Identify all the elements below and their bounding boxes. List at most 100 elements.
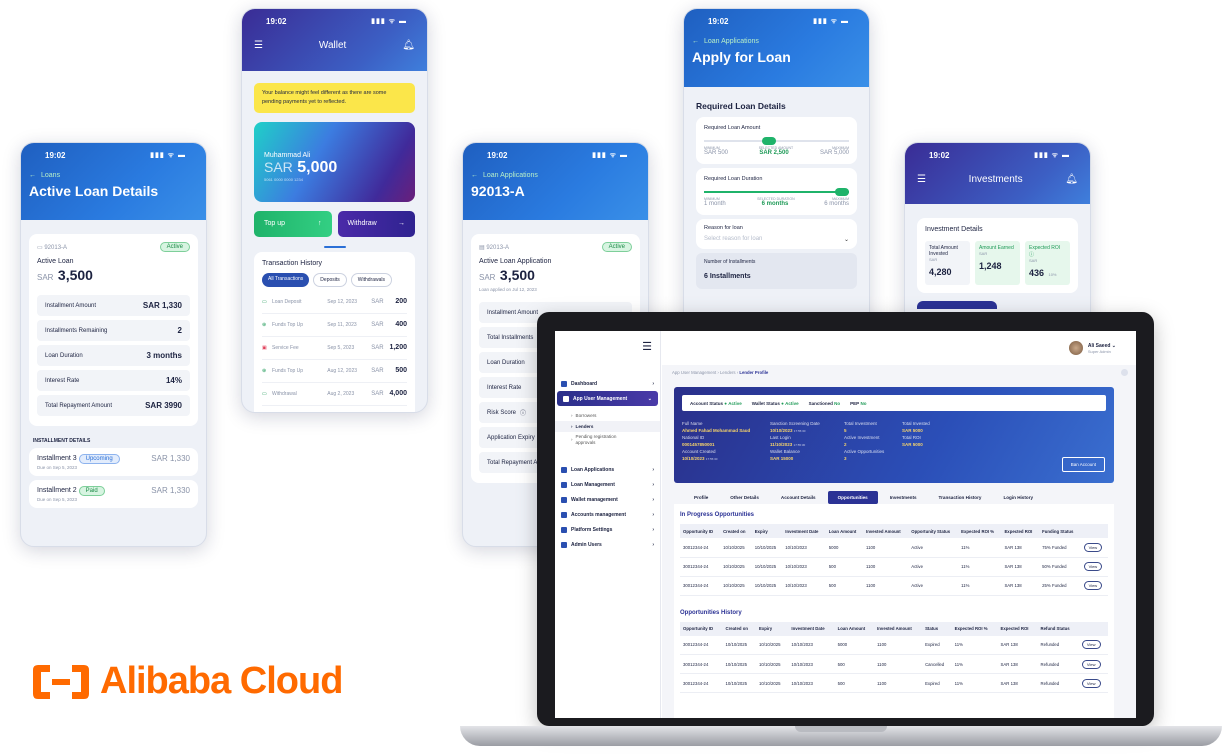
chevron-right-icon: › (652, 380, 654, 387)
column-header: Expected ROI (997, 621, 1038, 636)
duration-slider[interactable] (704, 188, 849, 196)
topup-label: Top up (264, 220, 286, 228)
hamburger-icon[interactable]: ☰ (555, 331, 660, 353)
view-button[interactable]: View (1083, 562, 1103, 571)
paid-badge: Paid (78, 486, 105, 496)
transaction-row[interactable]: ▣ Service Fee Sep 5, 2023 SAR 1,200 (262, 337, 407, 360)
transaction-icon: ▣ (262, 344, 267, 351)
back-link[interactable]: ← Loans (21, 160, 206, 179)
table-cell: 30012344-24 (683, 680, 709, 686)
transaction-row[interactable]: ▭ Withdrawal Aug 2, 2023 SAR 4,000 (262, 383, 407, 406)
breadcrumb-item[interactable]: Lenders (720, 370, 736, 375)
table-cell: Expired (925, 642, 940, 648)
sidebar-item-admin-users[interactable]: Admin Users › (555, 537, 660, 552)
transaction-amount: 200 (395, 298, 407, 306)
tab-login-history[interactable]: Login History (993, 491, 1043, 504)
sidebar-item-loan-applications[interactable]: Loan Applications › (555, 462, 660, 477)
slider-thumb[interactable] (835, 188, 849, 196)
tab-account-details[interactable]: Account Details (771, 491, 826, 504)
sidebar-item-wallet-management[interactable]: Wallet management › (555, 492, 660, 507)
collapse-icon[interactable] (1121, 368, 1128, 376)
transaction-row[interactable]: ⊕ Funds Top Up Sep 11, 2023 SAR 400 (262, 314, 407, 337)
national-id: 0001457850001 (682, 441, 715, 447)
tab-indicator[interactable] (917, 301, 997, 309)
installment-item[interactable]: Installment 2 Paid SAR 1,330 Due on Sep … (29, 480, 198, 508)
transaction-row[interactable]: ▭ Loan Deposit Sep 12, 2023 SAR 200 (262, 291, 407, 314)
view-button[interactable]: View (1081, 659, 1101, 669)
amount-min: SAR 500 (704, 150, 729, 156)
view-button[interactable]: View (1083, 542, 1103, 552)
sidebar-item-dashboard[interactable]: Dashboard › (555, 376, 660, 391)
back-link[interactable]: ← Loan Applications (684, 26, 869, 45)
table-cell: SAR 138 (1004, 544, 1022, 550)
table-cell: 10/10/2025 (723, 583, 745, 588)
filter-all[interactable]: All Transactions (262, 272, 310, 287)
duration-label: Required Loan Duration (704, 176, 763, 182)
sidebar-item-platform-settings[interactable]: Platform Settings › (555, 522, 660, 537)
filter-deposits[interactable]: Deposits (313, 272, 347, 287)
detail-row: Interest Rate 14% (37, 370, 190, 391)
info-icon[interactable]: ⓘ (520, 408, 526, 417)
back-link[interactable]: ← Loan Applications (463, 160, 648, 179)
topup-button[interactable]: Top up ↑ (254, 210, 332, 237)
table-cell: 10/10/2025 (754, 544, 777, 550)
installment-item[interactable]: Installment 3 Upcoming SAR 1,330 Due on … (29, 448, 198, 476)
tab-profile[interactable]: Profile (684, 491, 718, 504)
sidebar-item-loan-management[interactable]: Loan Management › (555, 477, 660, 492)
full-name: Ahmed Fahad Mohammad Saud (682, 427, 751, 433)
drag-handle[interactable] (323, 245, 346, 248)
dashboard-icon (561, 380, 567, 387)
profile-details: Full Name Ahmed Fahad Mohammad Saud Natio… (682, 421, 930, 461)
column-header: Investment Date (782, 524, 826, 538)
chevron-down-icon: ⌄ (647, 395, 652, 402)
sidebar-sub-pending[interactable]: › Pending registration approvals (555, 432, 660, 448)
sidebar-sub-lenders[interactable]: › Lenders (555, 421, 660, 432)
table-cell: Expired (925, 680, 940, 686)
users-icon (563, 395, 569, 402)
profile-banner: Account Status ● Active Wallet Status ● … (674, 387, 1114, 483)
view-button[interactable]: View (1083, 581, 1103, 590)
filter-withdrawals[interactable]: Withdrawals (350, 272, 392, 287)
laptop-frame: ☰ Dashboard › App User Management ⌄ › Borr… (537, 312, 1154, 726)
table-cell: SAR 138 (1004, 583, 1022, 588)
avatar[interactable] (1068, 341, 1083, 355)
table-cell: 10/10/2023 (785, 564, 807, 569)
bell-icon[interactable]: 🔔︎ (402, 40, 415, 51)
slider-thumb[interactable] (762, 137, 776, 145)
tab-transaction-history[interactable]: Transaction History (929, 491, 992, 504)
accounts-icon (561, 511, 567, 518)
sidebar-item-accounts-management[interactable]: Accounts management › (555, 507, 660, 522)
admin-screen: ☰ Dashboard › App User Management ⌄ › Borr… (555, 331, 1136, 718)
tab-other-details[interactable]: Other Details (720, 491, 769, 504)
tab-investments[interactable]: Investments (880, 491, 927, 504)
logo-text: Alibaba Cloud (100, 660, 343, 702)
table-cell: 11% (961, 544, 970, 550)
table-cell: 10/10/2025 (725, 642, 748, 648)
table-cell: 10/10/2023 (785, 544, 807, 550)
transaction-row[interactable]: ⊕ Funds Top Up Aug 12, 2023 SAR 500 (262, 360, 407, 383)
sidebar-item-app-user-management[interactable]: App User Management ⌄ (557, 391, 658, 406)
loan-amount: 3,500 (499, 267, 535, 283)
last-login: 11/10/2023 (770, 441, 793, 447)
table-cell: 10/10/2025 (759, 642, 781, 648)
duration-max: 6 months (824, 201, 849, 207)
tab-opportunities[interactable]: Opportunities (827, 491, 878, 504)
amount-slider[interactable] (704, 137, 849, 145)
table-cell: 30012344-24 (683, 661, 709, 667)
table-cell: 30012344-24 (683, 544, 709, 550)
view-button[interactable]: View (1081, 678, 1101, 688)
ban-account-button[interactable]: Ban Account (1061, 457, 1105, 472)
chevron-down-icon[interactable]: ⌄ (1112, 343, 1116, 349)
table-cell: 5000 (828, 544, 839, 550)
reason-select[interactable]: Reason for loan Select reason for loan ⌄ (696, 219, 857, 249)
menu-icon[interactable]: ☰ (254, 40, 263, 51)
column-header: Loan Amount (834, 621, 875, 636)
sidebar-sub-borrowers[interactable]: › Borrowers (555, 410, 660, 421)
breadcrumb-item[interactable]: App User Management (672, 370, 716, 375)
withdraw-button[interactable]: Withdraw → (337, 210, 415, 237)
bell-icon[interactable]: 🔔︎ (1065, 174, 1078, 185)
back-label: Loans (41, 172, 61, 179)
column-header: Invested Amount (863, 524, 909, 538)
view-button[interactable]: View (1081, 640, 1101, 650)
menu-icon[interactable]: ☰ (917, 174, 926, 185)
